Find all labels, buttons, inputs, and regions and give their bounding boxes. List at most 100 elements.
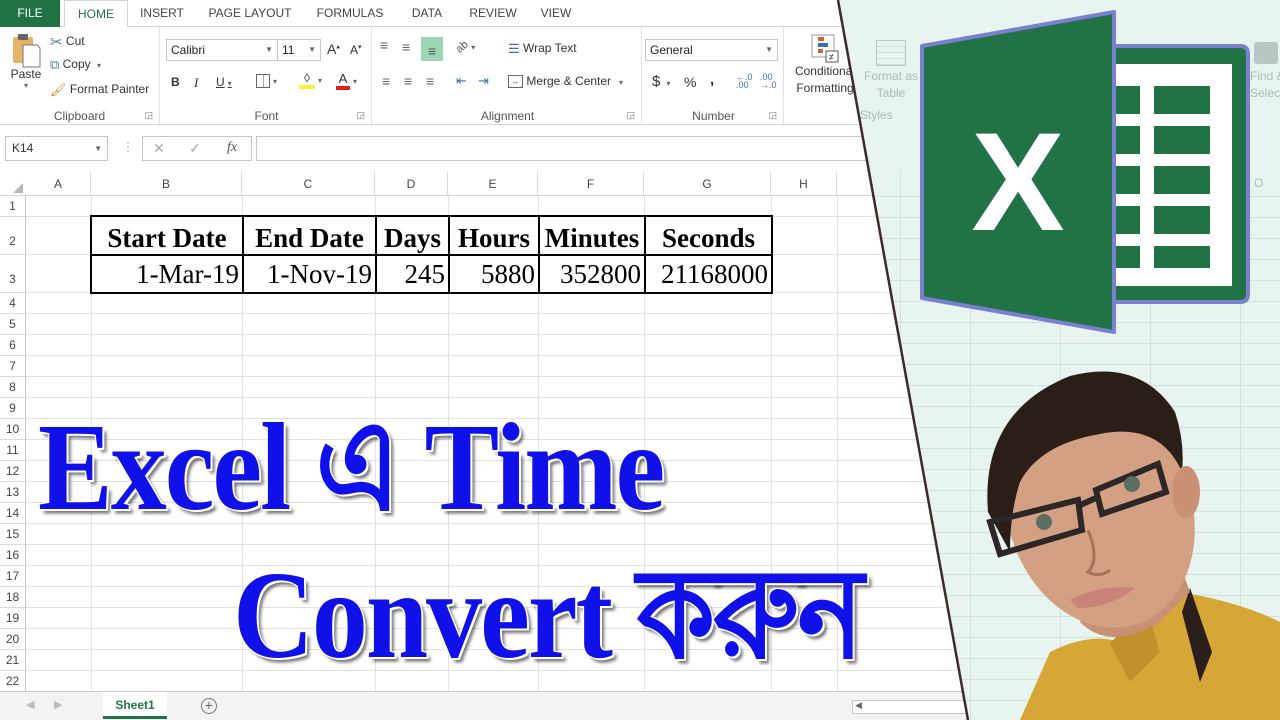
borders-button[interactable]: ▾ <box>256 73 277 88</box>
select-all-button[interactable] <box>0 172 26 196</box>
font-color-button[interactable]: A ▾ <box>336 71 357 90</box>
number-launcher-icon[interactable]: ◲ <box>768 110 777 121</box>
tab-insert[interactable]: INSERT <box>130 0 194 27</box>
increase-indent-button[interactable]: ⇥ <box>478 73 489 89</box>
column-header-b[interactable]: B <box>91 172 242 196</box>
row-header-3[interactable]: 3 <box>0 255 26 293</box>
align-right-button[interactable]: ≡ <box>426 73 434 89</box>
decrease-decimal-button[interactable]: .00 →.0 <box>760 73 777 90</box>
row-header-1[interactable]: 1 <box>0 196 26 217</box>
cell-end-date[interactable]: 1-Nov-19 <box>242 254 377 294</box>
align-middle-button[interactable]: ≡ <box>402 39 410 55</box>
row-header-20[interactable]: 20 <box>0 629 26 650</box>
column-header-h[interactable]: H <box>771 172 837 196</box>
insert-function-icon[interactable]: fx <box>227 140 237 156</box>
column-header-e[interactable]: E <box>448 172 538 196</box>
header-end-date[interactable]: End Date <box>242 215 377 256</box>
font-name-select[interactable]: Calibri ▼ <box>166 39 278 61</box>
percent-style-button[interactable]: % <box>684 74 696 90</box>
font-launcher-icon[interactable]: ◲ <box>356 110 365 121</box>
cancel-icon[interactable]: ✕ <box>153 140 165 157</box>
orientation-button[interactable]: ab▾ <box>453 38 476 56</box>
row-header-15[interactable]: 15 <box>0 524 26 545</box>
tab-view[interactable]: VIEW <box>530 0 582 27</box>
header-start-date[interactable]: Start Date <box>90 215 244 256</box>
sheet-tab-sheet1[interactable]: Sheet1 <box>103 692 167 719</box>
column-header-a[interactable]: A <box>26 172 91 196</box>
bold-button[interactable]: B <box>171 75 180 89</box>
cell-hours[interactable]: 5880 <box>448 254 540 294</box>
row-header-17[interactable]: 17 <box>0 566 26 587</box>
italic-button[interactable]: I <box>194 75 198 91</box>
horizontal-scrollbar[interactable]: ◀ <box>852 700 972 714</box>
tab-data[interactable]: DATA <box>398 0 456 27</box>
header-minutes[interactable]: Minutes <box>538 215 646 256</box>
align-bottom-button[interactable]: ≡ <box>421 37 443 61</box>
accounting-format-button[interactable]: $ ▾ <box>652 73 670 90</box>
column-header-c[interactable]: C <box>242 172 375 196</box>
row-header-8[interactable]: 8 <box>0 377 26 398</box>
alignment-launcher-icon[interactable]: ◲ <box>626 110 635 121</box>
underline-button[interactable]: U ▾ <box>216 75 232 89</box>
tab-review[interactable]: REVIEW <box>460 0 526 27</box>
header-days[interactable]: Days <box>375 215 450 256</box>
align-top-button[interactable]: ≡ <box>380 37 388 53</box>
name-box[interactable]: K14 ▼ <box>5 136 108 161</box>
paste-button[interactable]: Paste ▾ <box>8 33 44 90</box>
row-header-5[interactable]: 5 <box>0 314 26 335</box>
merge-cells-icon: ↔ <box>508 75 523 89</box>
decrease-font-size-button[interactable]: A▾ <box>350 43 362 57</box>
cut-button[interactable]: ✂ Cut <box>50 33 85 51</box>
cell-seconds[interactable]: 21168000 <box>644 254 773 294</box>
tab-file[interactable]: FILE <box>0 0 60 27</box>
row-header-13[interactable]: 13 <box>0 482 26 503</box>
row-header-21[interactable]: 21 <box>0 650 26 671</box>
row-header-10[interactable]: 10 <box>0 419 26 440</box>
header-seconds[interactable]: Seconds <box>644 215 773 256</box>
row-header-2[interactable]: 2 <box>0 217 26 255</box>
cell-days[interactable]: 245 <box>375 254 450 294</box>
column-header-g[interactable]: G <box>644 172 771 196</box>
align-left-button[interactable]: ≡ <box>382 73 390 89</box>
cell-start-date[interactable]: 1-Mar-19 <box>90 254 244 294</box>
increase-decimal-button[interactable]: ←.0.00 <box>736 73 753 90</box>
formula-bar-grip-icon[interactable]: ⋮ <box>122 140 134 154</box>
tab-home[interactable]: HOME <box>64 0 128 28</box>
merge-center-button[interactable]: ↔ Merge & Center ▾ <box>508 74 623 89</box>
row-header-14[interactable]: 14 <box>0 503 26 524</box>
decrease-indent-button[interactable]: ⇤ <box>456 73 467 89</box>
copy-button[interactable]: ⧉ Copy ▾ <box>50 57 101 73</box>
add-sheet-button[interactable]: + <box>201 698 217 714</box>
row-header-16[interactable]: 16 <box>0 545 26 566</box>
column-header-d[interactable]: D <box>375 172 448 196</box>
align-center-button[interactable]: ≡ <box>404 73 412 89</box>
next-sheet-icon[interactable]: ▶ <box>54 698 62 711</box>
prev-sheet-icon[interactable]: ◀ <box>26 698 34 711</box>
tab-formulas[interactable]: FORMULAS <box>306 0 394 27</box>
row-header-19[interactable]: 19 <box>0 608 26 629</box>
comma-style-button[interactable]: , <box>710 71 714 88</box>
row-header-4[interactable]: 4 <box>0 293 26 314</box>
increase-font-size-button[interactable]: A▴ <box>327 41 340 57</box>
header-hours[interactable]: Hours <box>448 215 540 256</box>
fill-color-button[interactable]: ◊ ▾ <box>299 71 322 89</box>
row-header-7[interactable]: 7 <box>0 356 26 377</box>
format-painter-button[interactable]: 🖌 Format Painter <box>50 82 149 98</box>
paint-bucket-icon: ◊ <box>299 71 315 89</box>
number-format-select[interactable]: General ▼ <box>645 39 778 61</box>
row-header-11[interactable]: 11 <box>0 440 26 461</box>
tab-page-layout[interactable]: PAGE LAYOUT <box>196 0 304 27</box>
enter-icon[interactable]: ✓ <box>189 140 201 157</box>
column-header-f[interactable]: F <box>538 172 644 196</box>
wrap-text-button[interactable]: ☰ Wrap Text <box>508 41 577 57</box>
row-header-6[interactable]: 6 <box>0 335 26 356</box>
cell-minutes[interactable]: 352800 <box>538 254 646 294</box>
font-size-select[interactable]: 11 ▼ <box>277 39 321 61</box>
row-header-9[interactable]: 9 <box>0 398 26 419</box>
clipboard-launcher-icon[interactable]: ◲ <box>144 110 153 121</box>
text-orientation-icon: ab <box>453 38 471 56</box>
logo-letter: X <box>971 103 1064 260</box>
row-header-22[interactable]: 22 <box>0 671 26 692</box>
row-header-12[interactable]: 12 <box>0 461 26 482</box>
row-header-18[interactable]: 18 <box>0 587 26 608</box>
